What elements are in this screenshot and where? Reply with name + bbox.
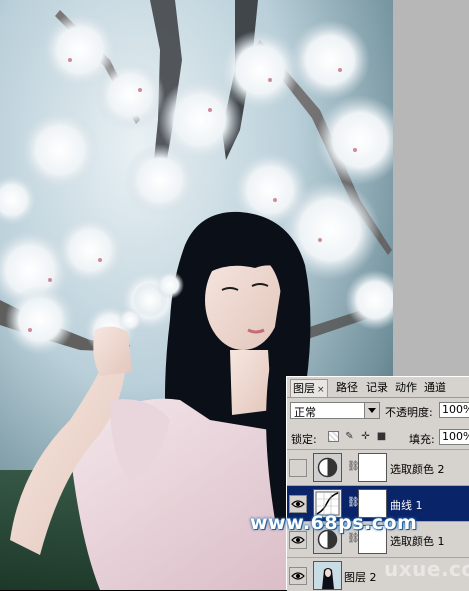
opacity-label: 不透明度: (385, 406, 433, 419)
layer-name[interactable]: 图层 2 (344, 569, 377, 585)
tab-layers-label: 图层 (293, 382, 315, 395)
lock-transparent-icon[interactable] (328, 431, 339, 442)
close-icon[interactable]: × (317, 385, 325, 395)
visibility-toggle-empty[interactable] (289, 459, 307, 477)
tab-history[interactable]: 记录 (366, 379, 388, 396)
watermark-text-secondary: uxue.com (384, 557, 469, 581)
opacity-field[interactable]: 100% (439, 402, 469, 418)
layer-row[interactable]: ⛓ 选取颜色 2 (287, 449, 469, 485)
tab-channels[interactable]: 通道 (424, 379, 446, 396)
lock-all-icon[interactable]: ■ (376, 431, 387, 442)
lock-paint-brush-icon[interactable]: ✎ (344, 431, 355, 442)
fill-field[interactable]: 100% (439, 429, 469, 445)
layer-name[interactable]: 选取颜色 1 (390, 533, 445, 549)
layer-mask-thumbnail[interactable] (358, 453, 387, 482)
link-icon[interactable]: ⛓ (347, 461, 360, 473)
link-icon[interactable]: ⛓ (347, 497, 360, 509)
watermark-text: www.68ps.com (250, 512, 418, 534)
selective-color-icon (313, 453, 342, 482)
app-canvas-background (393, 0, 469, 376)
panel-tab-bar: 图层 × 路径 记录 动作 通道 (287, 377, 469, 398)
eye-icon[interactable] (289, 495, 307, 513)
lock-move-icon[interactable]: ✛ (360, 431, 371, 442)
fill-label: 填充: (409, 433, 435, 446)
blend-mode-select[interactable]: 正常 (290, 402, 380, 419)
photo-thumbnail (313, 561, 342, 590)
tab-layers[interactable]: 图层 × (290, 379, 328, 397)
chevron-down-icon[interactable] (364, 403, 379, 418)
tab-actions[interactable]: 动作 (395, 379, 417, 396)
blend-mode-value: 正常 (294, 406, 316, 419)
eye-icon[interactable] (289, 567, 307, 585)
layer-name[interactable]: 选取颜色 2 (390, 461, 445, 477)
tab-paths[interactable]: 路径 (336, 379, 358, 396)
layer-name[interactable]: 曲线 1 (390, 497, 423, 513)
link-icon[interactable]: ⛓ (347, 533, 360, 545)
lock-label: 锁定: (291, 433, 317, 446)
